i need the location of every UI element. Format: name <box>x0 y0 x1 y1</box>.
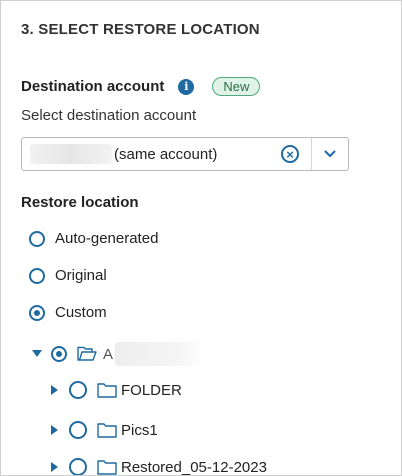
destination-account-caption: Select destination account <box>21 107 197 124</box>
caret-right-icon[interactable] <box>49 424 61 436</box>
tree-child-node[interactable]: FOLDER <box>49 381 182 399</box>
folder-open-icon <box>77 346 97 362</box>
option-label: Original <box>55 267 107 284</box>
option-auto-generated[interactable]: Auto-generated <box>29 230 158 247</box>
option-original[interactable]: Original <box>29 267 107 284</box>
tree-child-node[interactable]: Restored_05-12-2023 <box>49 458 267 476</box>
restore-location-panel: 3. SELECT RESTORE LOCATION Destination a… <box>0 0 402 476</box>
destination-account-label: Destination account <box>21 78 165 95</box>
new-badge: New <box>212 77 261 96</box>
radio-button-selected[interactable] <box>51 346 67 362</box>
redacted-account-name <box>30 144 112 164</box>
chevron-down-icon[interactable] <box>312 138 348 170</box>
clear-icon[interactable]: × <box>281 145 299 163</box>
destination-account-header: Destination account i New <box>21 77 261 96</box>
radio-button[interactable] <box>69 421 87 439</box>
section-title: 3. SELECT RESTORE LOCATION <box>21 21 260 38</box>
caret-right-icon[interactable] <box>49 461 61 473</box>
folder-label: Pics1 <box>121 421 158 439</box>
radio-button[interactable] <box>29 230 45 247</box>
folder-label: FOLDER <box>121 381 182 399</box>
tree-child-node[interactable]: Pics1 <box>49 421 158 439</box>
selected-account-value: (same account) <box>114 145 218 163</box>
radio-button[interactable] <box>29 267 45 284</box>
radio-button[interactable] <box>69 381 87 399</box>
tree-root-node[interactable]: A <box>31 342 206 366</box>
radio-button-selected[interactable] <box>29 304 45 321</box>
radio-button[interactable] <box>69 458 87 475</box>
caret-down-icon[interactable] <box>31 348 43 360</box>
folder-icon <box>97 422 117 438</box>
option-label: Auto-generated <box>55 230 159 247</box>
info-icon[interactable]: i <box>178 78 195 95</box>
folder-label: Restored_05-12-2023 <box>121 458 267 476</box>
folder-icon <box>97 382 117 398</box>
root-folder-label: A <box>103 345 114 363</box>
redacted-folder-name <box>115 342 206 366</box>
caret-right-icon[interactable] <box>49 384 61 396</box>
option-custom[interactable]: Custom <box>29 304 107 321</box>
folder-icon <box>97 459 117 475</box>
restore-location-label: Restore location <box>21 194 139 211</box>
option-label: Custom <box>55 304 107 321</box>
destination-account-select[interactable]: (same account) × <box>21 137 349 171</box>
